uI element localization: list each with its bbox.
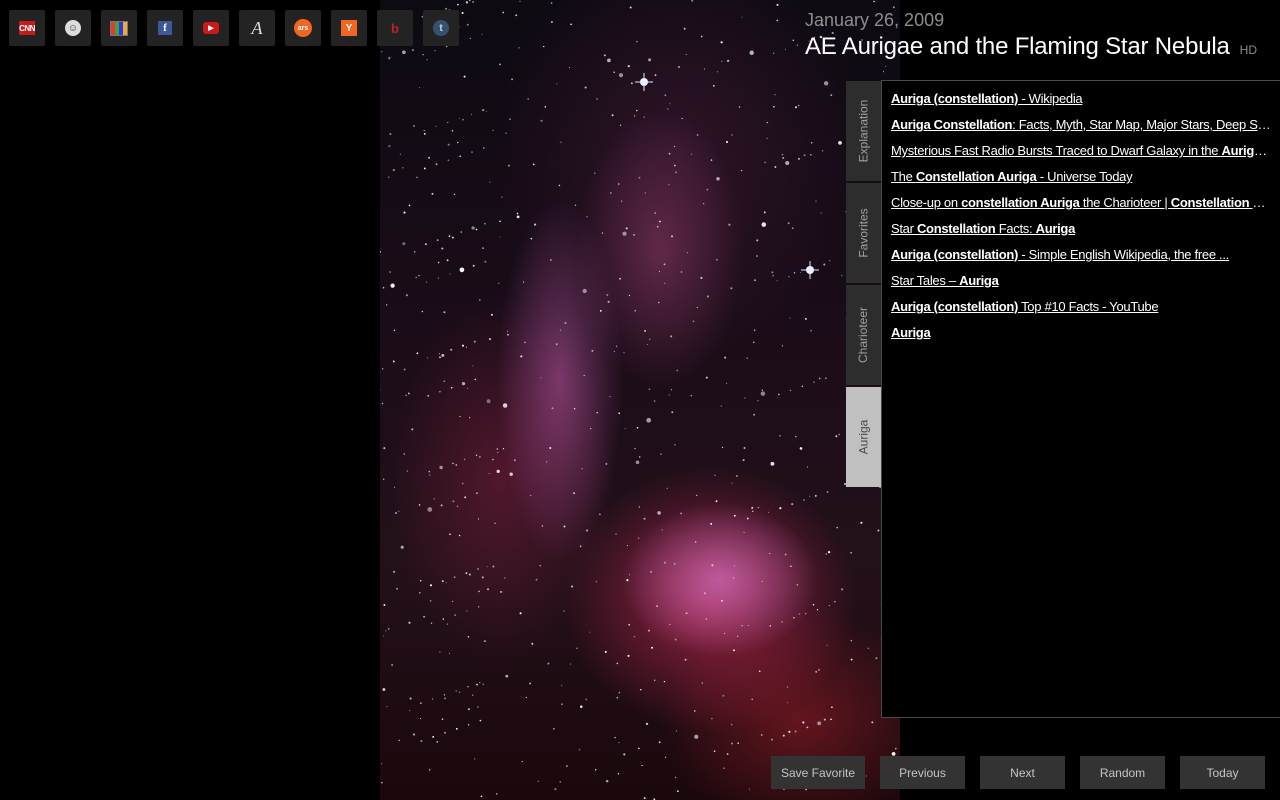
tab-favorites[interactable]: Favorites: [846, 183, 881, 283]
site-tile-ycombinator[interactable]: Y: [331, 10, 367, 46]
tab-label: Charioteer: [856, 306, 871, 364]
site-tile-reddit[interactable]: ☺: [55, 10, 91, 46]
starfield: [380, 0, 900, 800]
page-title: AE Aurigae and the Flaming Star Nebula: [805, 33, 1230, 60]
tab-auriga[interactable]: Auriga: [846, 387, 881, 487]
site-tile-atlantic[interactable]: A: [239, 10, 275, 46]
side-tabs: Explanation Favorites Charioteer Auriga: [846, 81, 881, 489]
search-results-panel: Auriga (constellation) - Wikipedia Auriga…: [881, 80, 1280, 718]
random-button[interactable]: Random: [1080, 756, 1165, 789]
result-link[interactable]: Auriga (constellation) Top #10 Facts - Y…: [891, 298, 1272, 316]
apod-date: January 26, 2009: [805, 10, 945, 30]
result-item: Star Tales – Auriga: [891, 272, 1280, 298]
tab-label: Favorites: [856, 208, 871, 258]
facebook-icon: f: [158, 21, 172, 35]
result-item: Mysterious Fast Radio Bursts Traced to D…: [891, 142, 1280, 168]
result-link[interactable]: Auriga (constellation) - Wikipedia: [891, 90, 1272, 108]
result-link[interactable]: Mysterious Fast Radio Bursts Traced to D…: [891, 142, 1272, 160]
site-tile-tumblr[interactable]: t: [423, 10, 459, 46]
result-item: The Constellation Auriga - Universe Toda…: [891, 168, 1280, 194]
tab-label: Auriga: [856, 419, 871, 455]
tab-explanation[interactable]: Explanation: [846, 81, 881, 181]
previous-button[interactable]: Previous: [880, 756, 965, 789]
cnn-icon: CNN: [19, 21, 35, 35]
result-link[interactable]: The Constellation Auriga - Universe Toda…: [891, 168, 1272, 186]
result-link[interactable]: Close-up on constellation Auriga the Cha…: [891, 194, 1272, 212]
atlantic-icon: A: [251, 17, 263, 38]
result-link[interactable]: Auriga: [891, 324, 1272, 342]
result-item: Auriga Constellation: Facts, Myth, Star …: [891, 116, 1280, 142]
title-row: AE Aurigae and the Flaming Star Nebula H…: [805, 33, 1257, 61]
site-tile-b[interactable]: b: [377, 10, 413, 46]
tumblr-icon: t: [433, 20, 449, 36]
site-tile-youtube[interactable]: ▶: [193, 10, 229, 46]
search-results-list: Auriga (constellation) - Wikipedia Auriga…: [882, 81, 1280, 350]
ars-technica-icon: ars: [294, 19, 312, 37]
youtube-icon: ▶: [203, 22, 219, 34]
result-link[interactable]: Star Tales – Auriga: [891, 272, 1272, 290]
bookmark-b-icon: b: [391, 20, 399, 36]
result-link[interactable]: Auriga Constellation: Facts, Myth, Star …: [891, 116, 1272, 134]
result-item: Auriga (constellation) - Simple English …: [891, 246, 1280, 272]
next-button[interactable]: Next: [980, 756, 1065, 789]
save-favorite-button[interactable]: Save Favorite: [771, 756, 865, 789]
ycombinator-icon: Y: [341, 20, 357, 36]
today-button[interactable]: Today: [1180, 756, 1265, 789]
reddit-icon: ☺: [65, 20, 81, 36]
site-tile-tv[interactable]: [101, 10, 137, 46]
result-link[interactable]: Star Constellation Facts: Auriga: [891, 220, 1272, 238]
result-item: Auriga: [891, 324, 1280, 350]
tv-icon: [110, 20, 128, 36]
site-tile-cnn[interactable]: CNN: [9, 10, 45, 46]
result-link[interactable]: Auriga (constellation) - Simple English …: [891, 246, 1272, 264]
tab-label: Explanation: [856, 99, 871, 163]
site-shortcut-bar: CNN ☺ f ▶ A ars Y b t: [9, 10, 459, 46]
hd-link[interactable]: HD: [1240, 43, 1257, 57]
result-item: Star Constellation Facts: Auriga: [891, 220, 1280, 246]
nebula-photo: [380, 0, 900, 800]
site-tile-facebook[interactable]: f: [147, 10, 183, 46]
result-item: Auriga (constellation) Top #10 Facts - Y…: [891, 298, 1280, 324]
result-item: Auriga (constellation) - Wikipedia: [891, 90, 1280, 116]
site-tile-ars-technica[interactable]: ars: [285, 10, 321, 46]
result-item: Close-up on constellation Auriga the Cha…: [891, 194, 1280, 220]
tab-charioteer[interactable]: Charioteer: [846, 285, 881, 385]
